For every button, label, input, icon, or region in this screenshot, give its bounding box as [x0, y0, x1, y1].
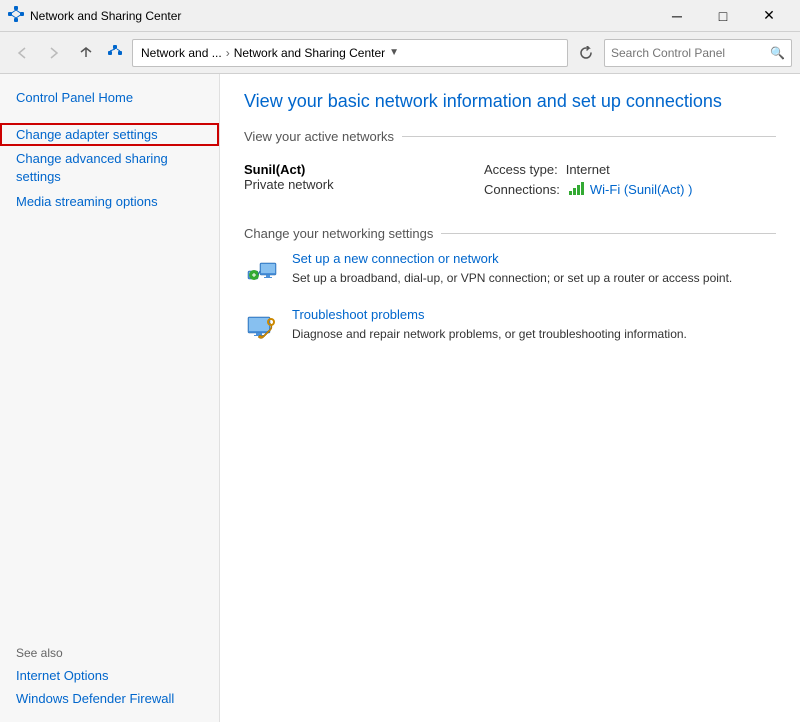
networking-settings: Set up a new connection or network Set u… [244, 251, 776, 343]
refresh-button[interactable] [572, 39, 600, 67]
connections-label: Connections: [484, 182, 560, 197]
wifi-connection-link[interactable]: Wi-Fi (Sunil(Act) ) [590, 182, 693, 197]
sidebar-change-advanced-sharing[interactable]: Change advanced sharing settings [0, 146, 219, 190]
main-window: Control Panel Home Change adapter settin… [0, 74, 800, 722]
networking-settings-header: Change your networking settings [244, 226, 776, 241]
setup-connection-item: Set up a new connection or network Set u… [244, 251, 776, 287]
sidebar: Control Panel Home Change adapter settin… [0, 74, 220, 722]
path-segment-2: Network and Sharing Center [234, 46, 385, 60]
network-type: Private network [244, 177, 484, 192]
troubleshoot-desc: Diagnose and repair network problems, or… [292, 327, 687, 341]
forward-button[interactable] [40, 39, 68, 67]
path-segment-1: Network and ... [141, 46, 222, 60]
network-info: Access type: Internet Connections: [484, 162, 776, 202]
access-type-row: Access type: Internet [484, 162, 776, 177]
sidebar-control-panel-home[interactable]: Control Panel Home [0, 86, 219, 109]
search-box[interactable]: 🔍 [604, 39, 792, 67]
network-card: Sunil(Act) Private network Access type: … [244, 154, 776, 210]
minimize-button[interactable]: ─ [654, 0, 700, 32]
address-bar: Network and ... › Network and Sharing Ce… [0, 32, 800, 74]
setup-connection-icon [244, 251, 280, 287]
access-type-value: Internet [566, 162, 610, 177]
sidebar-see-also-label: See also [0, 638, 219, 664]
close-button[interactable]: ✕ [746, 0, 792, 32]
wifi-icon [568, 181, 586, 198]
up-button[interactable] [72, 39, 100, 67]
search-input[interactable] [611, 46, 770, 60]
sidebar-internet-options[interactable]: Internet Options [0, 664, 219, 687]
maximize-button[interactable]: □ [700, 0, 746, 32]
title-bar-icon [8, 6, 24, 25]
active-networks-header: View your active networks [244, 129, 776, 144]
address-path[interactable]: Network and ... › Network and Sharing Ce… [132, 39, 568, 67]
troubleshoot-icon [244, 307, 280, 343]
network-name-area: Sunil(Act) Private network [244, 162, 484, 202]
title-bar: Network and Sharing Center ─ □ ✕ [0, 0, 800, 32]
sidebar-change-adapter-settings[interactable]: Change adapter settings [0, 123, 219, 146]
back-button[interactable] [8, 39, 36, 67]
access-type-label: Access type: [484, 162, 558, 177]
troubleshoot-text: Troubleshoot problems Diagnose and repai… [292, 307, 776, 343]
network-name: Sunil(Act) [244, 162, 484, 177]
content-area: View your basic network information and … [220, 74, 800, 722]
page-title: View your basic network information and … [244, 90, 776, 113]
title-bar-controls: ─ □ ✕ [654, 0, 792, 32]
search-icon: 🔍 [770, 46, 785, 60]
sidebar-windows-defender-firewall[interactable]: Windows Defender Firewall [0, 687, 219, 710]
setup-connection-link[interactable]: Set up a new connection or network [292, 251, 776, 266]
setup-connection-text: Set up a new connection or network Set u… [292, 251, 776, 287]
setup-connection-desc: Set up a broadband, dial-up, or VPN conn… [292, 271, 732, 285]
path-dropdown-arrow[interactable]: ▼ [389, 47, 399, 58]
connections-row: Connections: Wi-Fi (Sunil(Act) ) [484, 181, 776, 198]
troubleshoot-item: Troubleshoot problems Diagnose and repai… [244, 307, 776, 343]
sidebar-media-streaming[interactable]: Media streaming options [0, 190, 219, 213]
troubleshoot-link[interactable]: Troubleshoot problems [292, 307, 776, 322]
title-bar-text: Network and Sharing Center [30, 9, 654, 23]
